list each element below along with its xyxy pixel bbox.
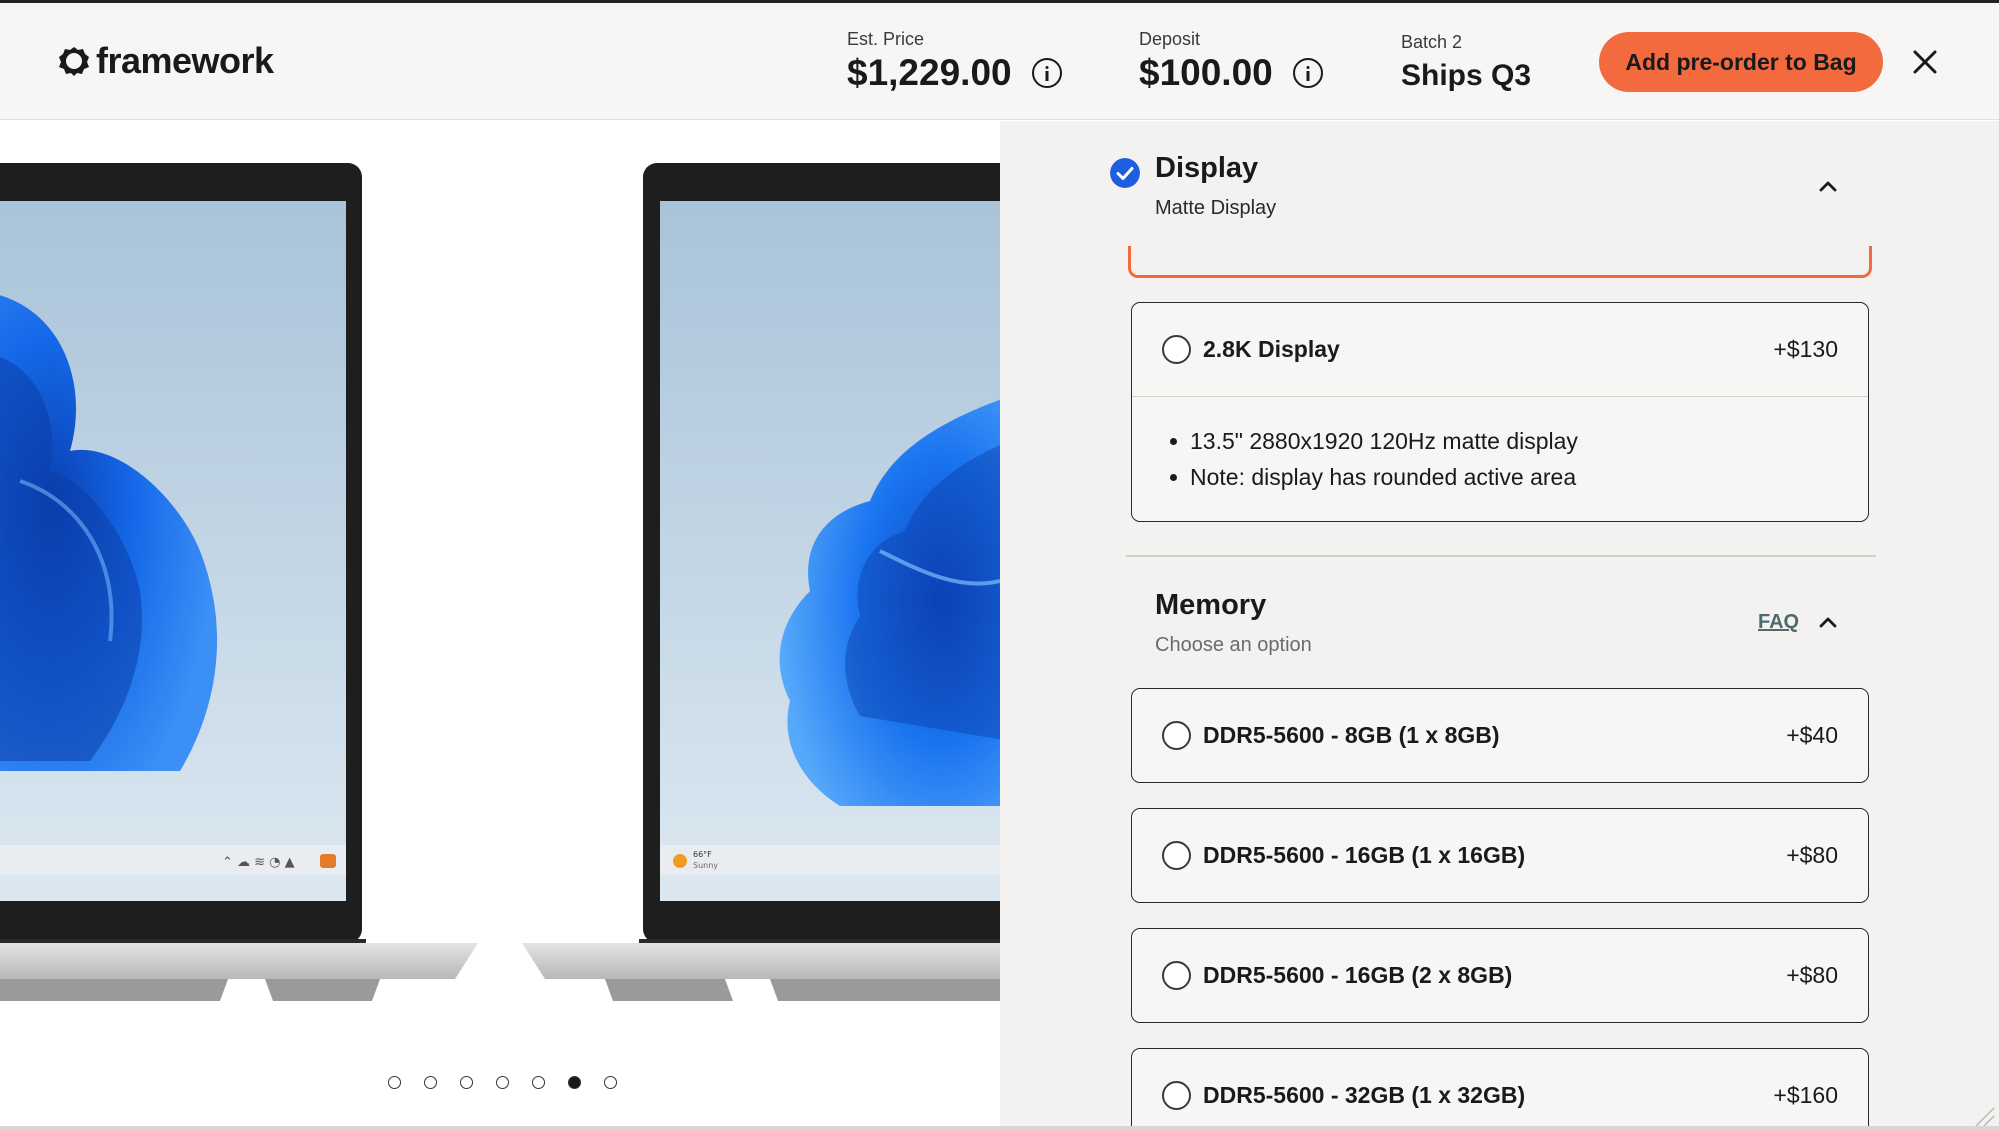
taskbar-weather-text: Sunny bbox=[693, 861, 718, 870]
option-label: 2.8K Display bbox=[1203, 336, 1340, 362]
carousel-dot[interactable] bbox=[532, 1076, 545, 1089]
deposit-block: Deposit $100.00 bbox=[1139, 29, 1323, 94]
carousel-dot[interactable] bbox=[496, 1076, 509, 1089]
add-preorder-button[interactable]: Add pre-order to Bag bbox=[1599, 32, 1883, 92]
carousel-dot-active[interactable] bbox=[568, 1076, 581, 1089]
radio-button[interactable] bbox=[1162, 335, 1191, 364]
configurator-header: framework Est. Price $1,229.00 Deposit $… bbox=[0, 3, 1999, 120]
radio-button[interactable] bbox=[1162, 961, 1191, 990]
memory-section-header[interactable]: Memory Choose an option bbox=[1155, 589, 1312, 657]
detail-item: Note: display has rounded active area bbox=[1168, 459, 1838, 495]
option-price: +$130 bbox=[1773, 336, 1838, 362]
radio-button[interactable] bbox=[1162, 721, 1191, 750]
product-image-gallery: ⌃ ☁ ≋ ◔ ▲ 66°F Sunny bbox=[0, 121, 1000, 1128]
bottom-border bbox=[0, 1126, 1999, 1130]
batch-block: Batch 2 Ships Q3 bbox=[1401, 32, 1531, 93]
check-circle-icon bbox=[1110, 158, 1140, 188]
option-label: DDR5-5600 - 32GB (1 x 32GB) bbox=[1203, 1082, 1526, 1108]
faq-link[interactable]: FAQ bbox=[1758, 611, 1799, 634]
memory-option-16gb-1x16[interactable]: DDR5-5600 - 16GB (1 x 16GB) +$80 bbox=[1131, 808, 1869, 903]
logo-text: framework bbox=[96, 40, 274, 81]
section-divider bbox=[1126, 555, 1876, 557]
option-label: DDR5-5600 - 16GB (1 x 16GB) bbox=[1203, 842, 1526, 868]
memory-option-16gb-2x8[interactable]: DDR5-5600 - 16GB (2 x 8GB) +$80 bbox=[1131, 928, 1869, 1023]
chevron-up-icon[interactable] bbox=[1818, 179, 1838, 193]
option-price: +$160 bbox=[1773, 1082, 1838, 1108]
chevron-up-icon[interactable] bbox=[1818, 615, 1838, 629]
detail-item: 13.5" 2880x1920 120Hz matte display bbox=[1168, 423, 1838, 459]
laptop-product-image: ⌃ ☁ ≋ ◔ ▲ 66°F Sunny bbox=[0, 163, 1000, 1001]
option-details: 13.5" 2880x1920 120Hz matte display Note… bbox=[1132, 396, 1868, 521]
option-label: DDR5-5600 - 8GB (1 x 8GB) bbox=[1203, 722, 1500, 748]
option-price: +$40 bbox=[1786, 722, 1838, 748]
display-section-title: Display bbox=[1155, 152, 1259, 184]
carousel-dots bbox=[388, 1076, 617, 1089]
memory-section-title: Memory bbox=[1155, 589, 1267, 621]
display-section-header[interactable]: Display Matte Display bbox=[1155, 152, 1276, 220]
display-section-subtitle: Matte Display bbox=[1155, 197, 1277, 219]
resize-grip-icon[interactable] bbox=[1966, 1102, 1996, 1128]
est-price-label: Est. Price bbox=[847, 29, 925, 49]
taskbar-weather-temp: 66°F bbox=[693, 850, 712, 859]
memory-option-8gb[interactable]: DDR5-5600 - 8GB (1 x 8GB) +$40 bbox=[1131, 688, 1869, 783]
carousel-dot[interactable] bbox=[388, 1076, 401, 1089]
option-price: +$80 bbox=[1786, 962, 1838, 988]
carousel-dot[interactable] bbox=[460, 1076, 473, 1089]
framework-logo[interactable]: framework bbox=[58, 40, 274, 82]
option-price: +$80 bbox=[1786, 842, 1838, 868]
memory-option-32gb[interactable]: DDR5-5600 - 32GB (1 x 32GB) +$160 bbox=[1131, 1048, 1869, 1130]
info-icon[interactable] bbox=[1292, 58, 1323, 88]
est-price-value: $1,229.00 bbox=[847, 52, 1012, 93]
display-option-2-8k[interactable]: 2.8K Display +$130 13.5" 2880x1920 120Hz… bbox=[1131, 302, 1869, 522]
radio-button[interactable] bbox=[1162, 841, 1191, 870]
close-icon[interactable] bbox=[1910, 47, 1940, 77]
option-label: DDR5-5600 - 16GB (2 x 8GB) bbox=[1203, 962, 1513, 988]
radio-button[interactable] bbox=[1162, 1081, 1191, 1110]
svg-text:⌃ ☁ ≋ ◔ ▲: ⌃ ☁ ≋ ◔ ▲ bbox=[222, 855, 295, 870]
info-icon[interactable] bbox=[1031, 58, 1062, 88]
batch-label: Batch 2 bbox=[1401, 32, 1463, 52]
carousel-dot[interactable] bbox=[604, 1076, 617, 1089]
est-price-block: Est. Price $1,229.00 bbox=[847, 29, 1062, 94]
carousel-dot[interactable] bbox=[424, 1076, 437, 1089]
ship-date: Ships Q3 bbox=[1401, 59, 1532, 92]
selected-display-option[interactable] bbox=[1128, 246, 1872, 278]
deposit-value: $100.00 bbox=[1139, 52, 1273, 93]
deposit-label: Deposit bbox=[1139, 29, 1201, 49]
framework-gear-icon bbox=[59, 47, 89, 76]
memory-section-subtitle: Choose an option bbox=[1155, 634, 1312, 656]
